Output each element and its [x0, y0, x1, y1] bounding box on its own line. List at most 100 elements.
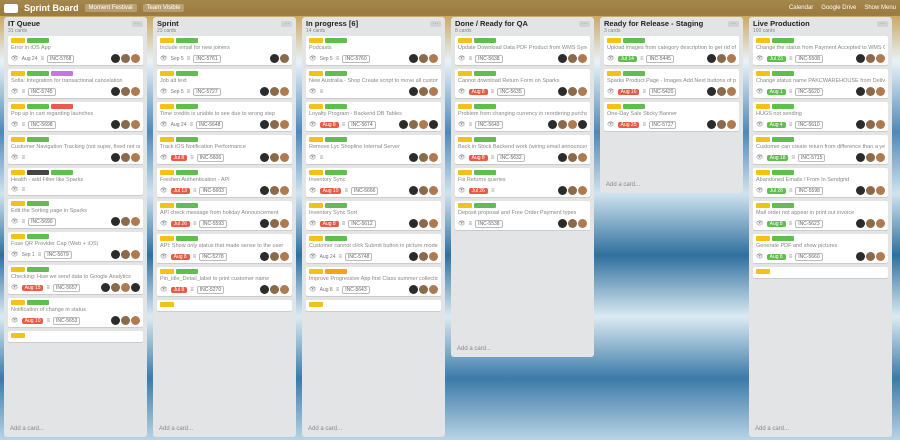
- card[interactable]: Job alt text 👁 Sep 5 ≡ INC-5727: [157, 69, 292, 98]
- ticket-reference[interactable]: INC-5666: [351, 186, 379, 195]
- avatar[interactable]: [578, 54, 587, 63]
- avatar[interactable]: [131, 54, 140, 63]
- avatar[interactable]: [121, 316, 130, 325]
- card[interactable]: Customer can create return from differen…: [753, 135, 888, 164]
- card-label[interactable]: [607, 71, 621, 76]
- avatar[interactable]: [717, 87, 726, 96]
- due-date-badge[interactable]: Jul 13: [170, 187, 190, 194]
- card-label[interactable]: [756, 137, 770, 142]
- card[interactable]: API: Show only status that made sense to…: [157, 234, 292, 263]
- card-label[interactable]: [458, 203, 472, 208]
- avatar[interactable]: [270, 219, 279, 228]
- card[interactable]: API check message from holiday Announcem…: [157, 201, 292, 230]
- ticket-reference[interactable]: INC-5679: [44, 250, 72, 259]
- card-label[interactable]: [160, 104, 174, 109]
- card-label[interactable]: [623, 104, 645, 109]
- avatar[interactable]: [578, 120, 587, 129]
- avatar[interactable]: [111, 217, 120, 226]
- card[interactable]: Customer cannot click Submit button in p…: [306, 234, 441, 263]
- card[interactable]: Notification of change in status 👁 Aug 10 ≡…: [8, 298, 143, 327]
- avatar[interactable]: [131, 283, 140, 292]
- card[interactable]: Sofia: Integration for transactional can…: [8, 69, 143, 98]
- card-label[interactable]: [160, 38, 174, 43]
- avatar[interactable]: [707, 54, 716, 63]
- card[interactable]: Pin_idle_Detail_label to print customer …: [157, 267, 292, 296]
- card-label[interactable]: [325, 71, 347, 76]
- ticket-reference[interactable]: INC-5623: [795, 219, 823, 228]
- ticket-reference[interactable]: INC-5760: [342, 54, 370, 63]
- card[interactable]: Fuse QR Provider Cap (Web + iOS) 👁 Sep 1 ≡ I…: [8, 232, 143, 261]
- ticket-reference[interactable]: INC-5610: [795, 120, 823, 129]
- card-label[interactable]: [325, 38, 347, 43]
- list-menu-icon[interactable]: ···: [430, 20, 441, 27]
- due-date-badge[interactable]: Aug 18: [766, 154, 789, 161]
- avatar[interactable]: [419, 120, 428, 129]
- avatar[interactable]: [409, 120, 418, 129]
- card-label[interactable]: [309, 38, 323, 43]
- ticket-reference[interactable]: INC-5648: [196, 120, 224, 129]
- list-menu-icon[interactable]: ···: [281, 20, 292, 27]
- avatar[interactable]: [856, 120, 865, 129]
- avatar[interactable]: [121, 153, 130, 162]
- avatar[interactable]: [558, 87, 567, 96]
- avatar[interactable]: [121, 283, 130, 292]
- card-label[interactable]: [309, 104, 323, 109]
- card-label[interactable]: [176, 71, 198, 76]
- avatar[interactable]: [270, 120, 279, 129]
- avatar[interactable]: [111, 54, 120, 63]
- ticket-reference[interactable]: INC-5606: [196, 153, 225, 162]
- avatar[interactable]: [866, 153, 875, 162]
- ticket-reference[interactable]: INC-5660: [795, 252, 823, 261]
- list-title[interactable]: Live Production: [753, 19, 810, 28]
- card[interactable]: Inventory Sync 👁 Aug 10 ≡ INC-5666: [306, 168, 441, 197]
- card[interactable]: Customer Navigation Tracking (not super,…: [8, 135, 143, 164]
- ticket-reference[interactable]: INC-5593: [199, 219, 227, 228]
- card-label[interactable]: [772, 137, 794, 142]
- avatar[interactable]: [131, 250, 140, 259]
- calendar-button[interactable]: Calendar: [789, 5, 813, 11]
- avatar[interactable]: [707, 87, 716, 96]
- due-date-badge[interactable]: Aug 8: [319, 220, 339, 227]
- card-label[interactable]: [325, 137, 347, 142]
- avatar[interactable]: [578, 153, 587, 162]
- avatar[interactable]: [409, 153, 418, 162]
- avatar[interactable]: [131, 87, 140, 96]
- avatar[interactable]: [856, 54, 865, 63]
- due-date-badge[interactable]: Aug 1: [766, 88, 786, 95]
- ticket-reference[interactable]: INC-5538: [475, 219, 503, 228]
- card[interactable]: Deposit proposal and Free Order Payment …: [455, 201, 590, 230]
- card-label[interactable]: [309, 302, 323, 307]
- team-visibility-button[interactable]: Team Visible: [142, 4, 185, 12]
- add-card-button[interactable]: Add a card...: [153, 423, 296, 437]
- avatar[interactable]: [270, 87, 279, 96]
- card-label[interactable]: [756, 269, 770, 274]
- board-logo-icon[interactable]: [4, 3, 18, 13]
- card[interactable]: New Australia - Shop Create script to mo…: [306, 69, 441, 98]
- card[interactable]: Health - add Filter like Sparks 👁 ≡: [8, 168, 143, 195]
- avatar[interactable]: [429, 87, 438, 96]
- card[interactable]: Improve Progressive App first Class summ…: [306, 267, 441, 296]
- avatar[interactable]: [727, 54, 736, 63]
- card-label[interactable]: [160, 203, 174, 208]
- due-date-badge[interactable]: Sep 5: [171, 89, 184, 95]
- card-label[interactable]: [309, 71, 323, 76]
- card[interactable]: Mail order not appear in print out invoi…: [753, 201, 888, 230]
- card-label[interactable]: [325, 236, 347, 241]
- due-date-badge[interactable]: Aug 25: [617, 121, 640, 128]
- avatar[interactable]: [548, 120, 557, 129]
- avatar[interactable]: [558, 153, 567, 162]
- card-label[interactable]: [160, 302, 174, 307]
- card-label[interactable]: [309, 236, 323, 241]
- list-menu[interactable]: ···: [579, 20, 590, 27]
- avatar[interactable]: [131, 153, 140, 162]
- avatar[interactable]: [121, 217, 130, 226]
- card[interactable]: Include email for new joiners 👁 Sep 5 ≡ INC-…: [157, 36, 292, 65]
- avatar[interactable]: [558, 120, 567, 129]
- card[interactable]: HUGS not sending 👁 Aug 4 ≡ INC-5610: [753, 102, 888, 131]
- avatar[interactable]: [856, 219, 865, 228]
- list-menu-icon[interactable]: ···: [579, 20, 590, 27]
- ticket-reference[interactable]: INC-5620: [795, 87, 823, 96]
- avatar[interactable]: [409, 219, 418, 228]
- card-label[interactable]: [309, 170, 323, 175]
- card-label[interactable]: [176, 170, 198, 175]
